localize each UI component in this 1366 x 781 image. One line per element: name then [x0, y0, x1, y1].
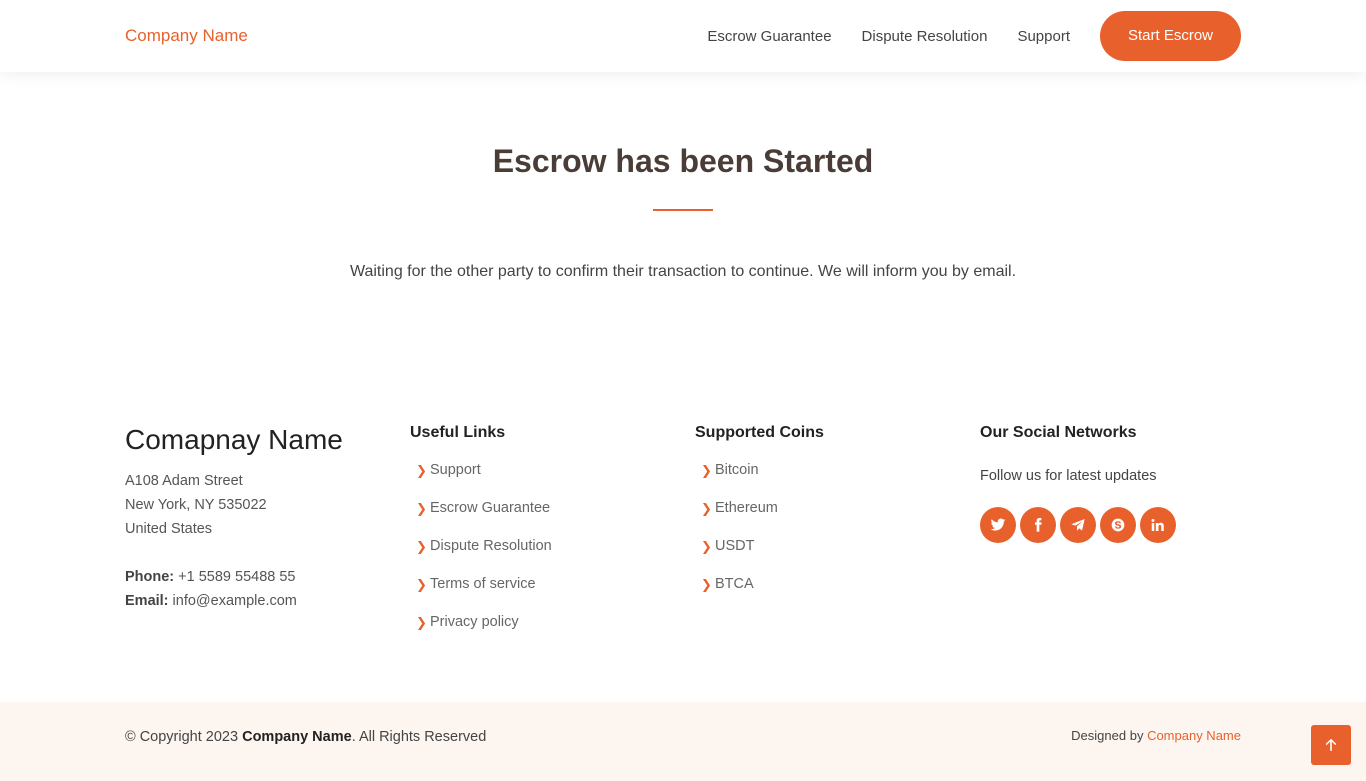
chevron-right-icon: ❯ — [416, 539, 427, 554]
footer-link-terms[interactable]: Terms of service — [430, 576, 536, 592]
list-item: ❯ USDT — [695, 538, 778, 576]
social-icons — [980, 507, 1180, 543]
copyright-prefix: © Copyright 2023 — [125, 729, 243, 745]
address-line: New York, NY 535022 — [125, 497, 267, 513]
social-follow-text: Follow us for latest updates — [980, 468, 1157, 484]
coin-link-usdt[interactable]: USDT — [715, 538, 754, 554]
nav-escrow-guarantee[interactable]: Escrow Guarantee — [707, 28, 831, 45]
footer-contact: Phone: +1 5589 55488 55 Email: info@exam… — [125, 565, 297, 613]
designed-by: Designed by Company Name — [1071, 728, 1241, 743]
address-line: A108 Adam Street — [125, 473, 243, 489]
list-item: ❯ Escrow Guarantee — [410, 500, 552, 538]
linkedin-icon[interactable] — [1140, 507, 1176, 543]
phone-label: Phone: — [125, 569, 175, 585]
phone-value: +1 5589 55488 55 — [178, 569, 296, 585]
arrow-up-icon — [1325, 738, 1337, 752]
main-nav: Escrow Guarantee Dispute Resolution Supp… — [707, 11, 1241, 61]
chevron-right-icon: ❯ — [701, 577, 712, 592]
start-escrow-button[interactable]: Start Escrow — [1100, 11, 1241, 61]
chevron-right-icon: ❯ — [416, 463, 427, 478]
back-to-top-button[interactable] — [1311, 725, 1351, 765]
logo-link[interactable]: Company Name — [125, 26, 248, 46]
supported-coins-list: ❯ Bitcoin ❯ Ethereum ❯ USDT ❯ BTCA — [695, 462, 778, 614]
site-header: Company Name Escrow Guarantee Dispute Re… — [0, 0, 1366, 72]
chevron-right-icon: ❯ — [701, 539, 712, 554]
facebook-icon[interactable] — [1020, 507, 1056, 543]
footer-link-support[interactable]: Support — [430, 462, 481, 478]
chevron-right-icon: ❯ — [701, 501, 712, 516]
social-networks-title: Our Social Networks — [980, 424, 1137, 441]
copyright-brand: Company Name — [242, 729, 352, 745]
designer-link[interactable]: Company Name — [1147, 728, 1241, 743]
coin-link-btca[interactable]: BTCA — [715, 576, 754, 592]
chevron-right-icon: ❯ — [416, 501, 427, 516]
useful-links-title: Useful Links — [410, 424, 506, 441]
list-item: ❯ Dispute Resolution — [410, 538, 552, 576]
useful-links-list: ❯ Support ❯ Escrow Guarantee ❯ Dispute Reso… — [410, 462, 552, 652]
nav-support[interactable]: Support — [1017, 28, 1070, 45]
supported-coins-title: Supported Coins — [695, 424, 824, 441]
list-item: ❯ Terms of service — [410, 576, 552, 614]
telegram-icon[interactable] — [1060, 507, 1096, 543]
footer-link-escrow-guarantee[interactable]: Escrow Guarantee — [430, 500, 550, 516]
skype-icon[interactable] — [1100, 507, 1136, 543]
designed-prefix: Designed by — [1071, 728, 1148, 743]
phone-row: Phone: +1 5589 55488 55 — [125, 565, 297, 589]
email-row: Email: info@example.com — [125, 589, 297, 613]
footer-address: A108 Adam Street New York, NY 535022 Uni… — [125, 469, 267, 541]
list-item: ❯ Privacy policy — [410, 614, 552, 652]
list-item: ❯ Support — [410, 462, 552, 500]
title-divider — [653, 209, 713, 211]
chevron-right-icon: ❯ — [416, 615, 427, 630]
coin-link-ethereum[interactable]: Ethereum — [715, 500, 778, 516]
footer-brand: Comapnay Name — [125, 424, 343, 455]
status-message: Waiting for the other party to confirm t… — [349, 263, 1017, 280]
address-line: United States — [125, 521, 213, 537]
footer-link-privacy[interactable]: Privacy policy — [430, 614, 519, 630]
chevron-right-icon: ❯ — [416, 577, 427, 592]
list-item: ❯ BTCA — [695, 576, 778, 614]
page-title: Escrow has been Started — [492, 143, 874, 179]
footer-link-dispute-resolution[interactable]: Dispute Resolution — [430, 538, 552, 554]
email-label: Email: — [125, 593, 169, 609]
chevron-right-icon: ❯ — [701, 463, 712, 478]
coin-link-bitcoin[interactable]: Bitcoin — [715, 462, 759, 478]
copyright: © Copyright 2023 Company Name. All Right… — [125, 729, 486, 745]
list-item: ❯ Ethereum — [695, 500, 778, 538]
list-item: ❯ Bitcoin — [695, 462, 778, 500]
twitter-icon[interactable] — [980, 507, 1016, 543]
footer-bottom: © Copyright 2023 Company Name. All Right… — [0, 702, 1366, 781]
nav-dispute-resolution[interactable]: Dispute Resolution — [862, 28, 988, 45]
copyright-suffix: . All Rights Reserved — [351, 729, 487, 745]
email-value: info@example.com — [172, 593, 297, 609]
